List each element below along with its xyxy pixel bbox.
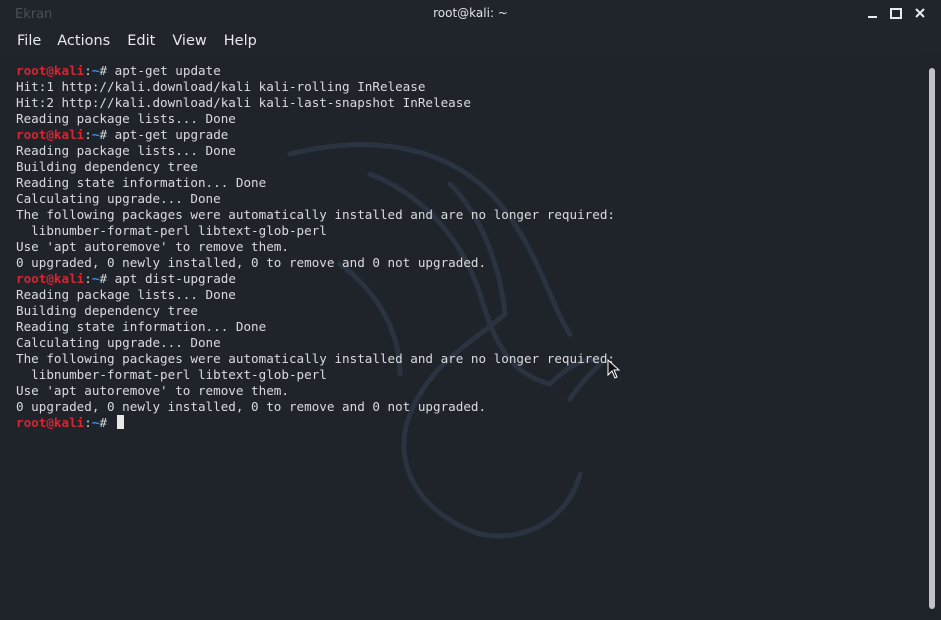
minimize-icon (867, 15, 877, 18)
output-line: Hit:2 http://kali.download/kali kali-las… (16, 95, 471, 110)
output-line: libnumber-format-perl libtext-glob-perl (16, 223, 327, 238)
prompt-user: root@kali (16, 415, 85, 430)
mouse-pointer-icon (607, 359, 621, 379)
output-line: Building dependency tree (16, 303, 198, 318)
menu-file[interactable]: File (0, 29, 48, 54)
close-icon (915, 8, 925, 18)
output-line: 0 upgraded, 0 newly installed, 0 to remo… (16, 399, 487, 414)
prompt-user: root@kali (16, 271, 85, 286)
prompt-separator: : (84, 127, 92, 142)
output-line: Reading package lists... Done (16, 111, 236, 126)
window-title: root@kali: ~ (433, 6, 508, 20)
prompt-symbol: # (99, 63, 108, 78)
title-bar[interactable]: Ekran root@kali: ~ (0, 0, 941, 29)
output-line: Reading state information... Done (16, 319, 267, 334)
output-line: Use 'apt autoremove' to remove them. (16, 239, 289, 254)
prompt-symbol: # (99, 127, 108, 142)
maximize-button[interactable] (889, 6, 903, 20)
scrollbar-thumb[interactable] (929, 68, 935, 609)
prompt-separator: : (84, 271, 92, 286)
output-line: Use 'apt autoremove' to remove them. (16, 383, 289, 398)
terminal-output: root@kali:~# apt-get update Hit:1 http://… (16, 63, 615, 431)
output-line: Calculating upgrade... Done (16, 191, 221, 206)
menu-help[interactable]: Help (215, 29, 265, 54)
prompt-line: root@kali:~# apt-get upgrade (16, 127, 615, 143)
menu-edit[interactable]: Edit (118, 29, 163, 54)
command-text: apt-get update (114, 63, 221, 78)
command-text: apt-get upgrade (114, 127, 229, 142)
output-line: The following packages were automaticall… (16, 207, 615, 222)
menu-actions[interactable]: Actions (48, 29, 118, 54)
prompt-user: root@kali (16, 63, 85, 78)
minimize-button[interactable] (865, 6, 879, 20)
prompt-line: root@kali:~# apt dist-upgrade (16, 271, 615, 287)
output-line: The following packages were automaticall… (16, 351, 615, 366)
close-button[interactable] (913, 6, 927, 20)
menu-bar: File Actions Edit View Help (0, 29, 941, 54)
prompt-separator: : (84, 415, 92, 430)
text-cursor (116, 415, 124, 429)
prompt-separator: : (84, 63, 92, 78)
prompt-user: root@kali (16, 127, 85, 142)
prompt-line: root@kali:~# apt-get update (16, 63, 615, 79)
command-text: apt dist-upgrade (114, 271, 236, 286)
terminal-scrollbar[interactable] (925, 54, 941, 620)
output-line: libnumber-format-perl libtext-glob-perl (16, 367, 327, 382)
terminal-area[interactable]: root@kali:~# apt-get update Hit:1 http://… (0, 54, 925, 620)
prompt-symbol: # (99, 415, 108, 430)
menu-view[interactable]: View (163, 29, 214, 54)
output-line: Building dependency tree (16, 159, 198, 174)
prompt-symbol: # (99, 271, 108, 286)
output-line: Reading package lists... Done (16, 287, 236, 302)
window-controls (865, 6, 927, 20)
output-line: Hit:1 http://kali.download/kali kali-rol… (16, 79, 426, 94)
output-line: Reading state information... Done (16, 175, 267, 190)
output-line: 0 upgraded, 0 newly installed, 0 to remo… (16, 255, 487, 270)
maximize-icon (890, 7, 902, 19)
output-line: Reading package lists... Done (16, 143, 236, 158)
output-line: Calculating upgrade... Done (16, 335, 221, 350)
prompt-line: root@kali:~# (16, 415, 615, 431)
